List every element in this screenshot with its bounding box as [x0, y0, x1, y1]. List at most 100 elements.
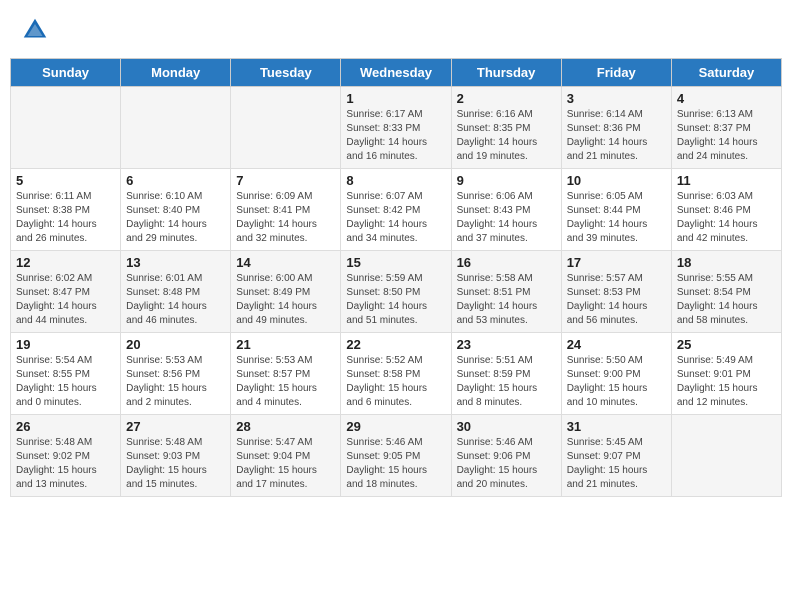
calendar-cell: 25Sunrise: 5:49 AM Sunset: 9:01 PM Dayli… — [671, 333, 781, 415]
calendar-cell: 18 Sunrise: 5:55 AM Sunset: 8:54 PM Dayli… — [671, 251, 781, 333]
calendar-cell: 5Sunrise: 6:11 AM Sunset: 8:38 PM Daylig… — [11, 169, 121, 251]
calendar-week-row: 26Sunrise: 5:48 AM Sunset: 9:02 PM Dayli… — [11, 415, 782, 497]
calendar-cell: 20 Sunrise: 5:53 AM Sunset: 8:56 PM Dayli… — [121, 333, 231, 415]
day-info: Sunrise: 5:53 AM Sunset: 8:56 PM Dayligh… — [126, 354, 225, 410]
day-number: 17 — [567, 255, 666, 270]
day-number: 19 — [16, 337, 115, 352]
calendar-cell: 8 Sunrise: 6:07 AM Sunset: 8:42 PM Daylig… — [341, 169, 451, 251]
calendar-cell: 22 Sunrise: 5:52 AM Sunset: 8:58 PM Dayli… — [341, 333, 451, 415]
day-info: Sunrise: 6:02 AM Sunset: 8:47 PM Dayligh… — [16, 272, 115, 328]
day-info: Sunrise: 6:10 AM Sunset: 8:40 PM Dayligh… — [126, 190, 225, 246]
calendar-cell: 27 Sunrise: 5:48 AM Sunset: 9:03 PM Dayli… — [121, 415, 231, 497]
calendar-cell: 21 Sunrise: 5:53 AM Sunset: 8:57 PM Dayli… — [231, 333, 341, 415]
page-header — [10, 10, 782, 50]
calendar-cell: 30 Sunrise: 5:46 AM Sunset: 9:06 PM Dayli… — [451, 415, 561, 497]
day-number: 9 — [457, 173, 556, 188]
day-number: 28 — [236, 419, 335, 434]
day-number: 14 — [236, 255, 335, 270]
day-info: Sunrise: 5:54 AM Sunset: 8:55 PM Dayligh… — [16, 354, 115, 410]
day-info: Sunrise: 6:05 AM Sunset: 8:44 PM Dayligh… — [567, 190, 666, 246]
day-of-week-header: Tuesday — [231, 59, 341, 87]
day-number: 31 — [567, 419, 666, 434]
day-number: 24 — [567, 337, 666, 352]
day-info: Sunrise: 5:46 AM Sunset: 9:05 PM Dayligh… — [346, 436, 445, 492]
calendar-cell — [121, 87, 231, 169]
day-number: 7 — [236, 173, 335, 188]
calendar-cell: 26Sunrise: 5:48 AM Sunset: 9:02 PM Dayli… — [11, 415, 121, 497]
day-number: 4 — [677, 91, 776, 106]
day-number: 23 — [457, 337, 556, 352]
day-info: Sunrise: 6:13 AM Sunset: 8:37 PM Dayligh… — [677, 108, 776, 164]
day-of-week-header: Sunday — [11, 59, 121, 87]
day-info: Sunrise: 5:47 AM Sunset: 9:04 PM Dayligh… — [236, 436, 335, 492]
calendar-cell: 12 Sunrise: 6:02 AM Sunset: 8:47 PM Dayli… — [11, 251, 121, 333]
calendar-cell: 11 Sunrise: 6:03 AM Sunset: 8:46 PM Dayli… — [671, 169, 781, 251]
day-info: Sunrise: 6:09 AM Sunset: 8:41 PM Dayligh… — [236, 190, 335, 246]
calendar-cell: 9 Sunrise: 6:06 AM Sunset: 8:43 PM Daylig… — [451, 169, 561, 251]
day-info: Sunrise: 6:16 AM Sunset: 8:35 PM Dayligh… — [457, 108, 556, 164]
day-of-week-header: Monday — [121, 59, 231, 87]
day-number: 13 — [126, 255, 225, 270]
day-number: 22 — [346, 337, 445, 352]
calendar-cell: 10 Sunrise: 6:05 AM Sunset: 8:44 PM Dayli… — [561, 169, 671, 251]
day-number: 11 — [677, 173, 776, 188]
calendar-table: SundayMondayTuesdayWednesdayThursdayFrid… — [10, 58, 782, 497]
day-info: Sunrise: 6:01 AM Sunset: 8:48 PM Dayligh… — [126, 272, 225, 328]
day-of-week-header: Friday — [561, 59, 671, 87]
calendar-week-row: 19 Sunrise: 5:54 AM Sunset: 8:55 PM Dayli… — [11, 333, 782, 415]
day-number: 8 — [346, 173, 445, 188]
day-number: 29 — [346, 419, 445, 434]
calendar-cell: 14 Sunrise: 6:00 AM Sunset: 8:49 PM Dayli… — [231, 251, 341, 333]
day-info: Sunrise: 6:17 AM Sunset: 8:33 PM Dayligh… — [346, 108, 445, 164]
calendar-cell: 15 Sunrise: 5:59 AM Sunset: 8:50 PM Dayli… — [341, 251, 451, 333]
day-number: 3 — [567, 91, 666, 106]
day-info: Sunrise: 6:03 AM Sunset: 8:46 PM Dayligh… — [677, 190, 776, 246]
calendar-week-row: 5Sunrise: 6:11 AM Sunset: 8:38 PM Daylig… — [11, 169, 782, 251]
day-info: Sunrise: 6:14 AM Sunset: 8:36 PM Dayligh… — [567, 108, 666, 164]
calendar-cell: 19 Sunrise: 5:54 AM Sunset: 8:55 PM Dayli… — [11, 333, 121, 415]
calendar-cell — [231, 87, 341, 169]
calendar-cell: 23Sunrise: 5:51 AM Sunset: 8:59 PM Dayli… — [451, 333, 561, 415]
day-info: Sunrise: 5:57 AM Sunset: 8:53 PM Dayligh… — [567, 272, 666, 328]
day-info: Sunrise: 5:53 AM Sunset: 8:57 PM Dayligh… — [236, 354, 335, 410]
calendar-cell: 24 Sunrise: 5:50 AM Sunset: 9:00 PM Dayli… — [561, 333, 671, 415]
day-number: 26 — [16, 419, 115, 434]
day-number: 18 — [677, 255, 776, 270]
day-info: Sunrise: 5:55 AM Sunset: 8:54 PM Dayligh… — [677, 272, 776, 328]
day-info: Sunrise: 6:06 AM Sunset: 8:43 PM Dayligh… — [457, 190, 556, 246]
day-of-week-header: Thursday — [451, 59, 561, 87]
calendar-week-row: 1Sunrise: 6:17 AM Sunset: 8:33 PM Daylig… — [11, 87, 782, 169]
day-info: Sunrise: 5:50 AM Sunset: 9:00 PM Dayligh… — [567, 354, 666, 410]
day-info: Sunrise: 5:59 AM Sunset: 8:50 PM Dayligh… — [346, 272, 445, 328]
day-number: 25 — [677, 337, 776, 352]
calendar-cell: 3 Sunrise: 6:14 AM Sunset: 8:36 PM Daylig… — [561, 87, 671, 169]
calendar-cell: 16 Sunrise: 5:58 AM Sunset: 8:51 PM Dayli… — [451, 251, 561, 333]
logo — [20, 15, 54, 45]
day-number: 21 — [236, 337, 335, 352]
day-of-week-header: Saturday — [671, 59, 781, 87]
calendar-cell: 31Sunrise: 5:45 AM Sunset: 9:07 PM Dayli… — [561, 415, 671, 497]
calendar-cell: 6 Sunrise: 6:10 AM Sunset: 8:40 PM Daylig… — [121, 169, 231, 251]
calendar-cell: 4 Sunrise: 6:13 AM Sunset: 8:37 PM Daylig… — [671, 87, 781, 169]
day-number: 16 — [457, 255, 556, 270]
day-number: 6 — [126, 173, 225, 188]
day-info: Sunrise: 5:52 AM Sunset: 8:58 PM Dayligh… — [346, 354, 445, 410]
day-number: 10 — [567, 173, 666, 188]
day-number: 20 — [126, 337, 225, 352]
day-number: 15 — [346, 255, 445, 270]
calendar-cell: 1Sunrise: 6:17 AM Sunset: 8:33 PM Daylig… — [341, 87, 451, 169]
day-info: Sunrise: 5:58 AM Sunset: 8:51 PM Dayligh… — [457, 272, 556, 328]
day-info: Sunrise: 6:00 AM Sunset: 8:49 PM Dayligh… — [236, 272, 335, 328]
day-info: Sunrise: 6:07 AM Sunset: 8:42 PM Dayligh… — [346, 190, 445, 246]
day-number: 12 — [16, 255, 115, 270]
day-info: Sunrise: 6:11 AM Sunset: 8:38 PM Dayligh… — [16, 190, 115, 246]
calendar-week-row: 12 Sunrise: 6:02 AM Sunset: 8:47 PM Dayli… — [11, 251, 782, 333]
day-info: Sunrise: 5:48 AM Sunset: 9:03 PM Dayligh… — [126, 436, 225, 492]
day-info: Sunrise: 5:46 AM Sunset: 9:06 PM Dayligh… — [457, 436, 556, 492]
day-number: 27 — [126, 419, 225, 434]
calendar-cell — [671, 415, 781, 497]
calendar-cell: 17 Sunrise: 5:57 AM Sunset: 8:53 PM Dayli… — [561, 251, 671, 333]
day-number: 30 — [457, 419, 556, 434]
calendar-cell: 7 Sunrise: 6:09 AM Sunset: 8:41 PM Daylig… — [231, 169, 341, 251]
calendar-cell: 28 Sunrise: 5:47 AM Sunset: 9:04 PM Dayli… — [231, 415, 341, 497]
